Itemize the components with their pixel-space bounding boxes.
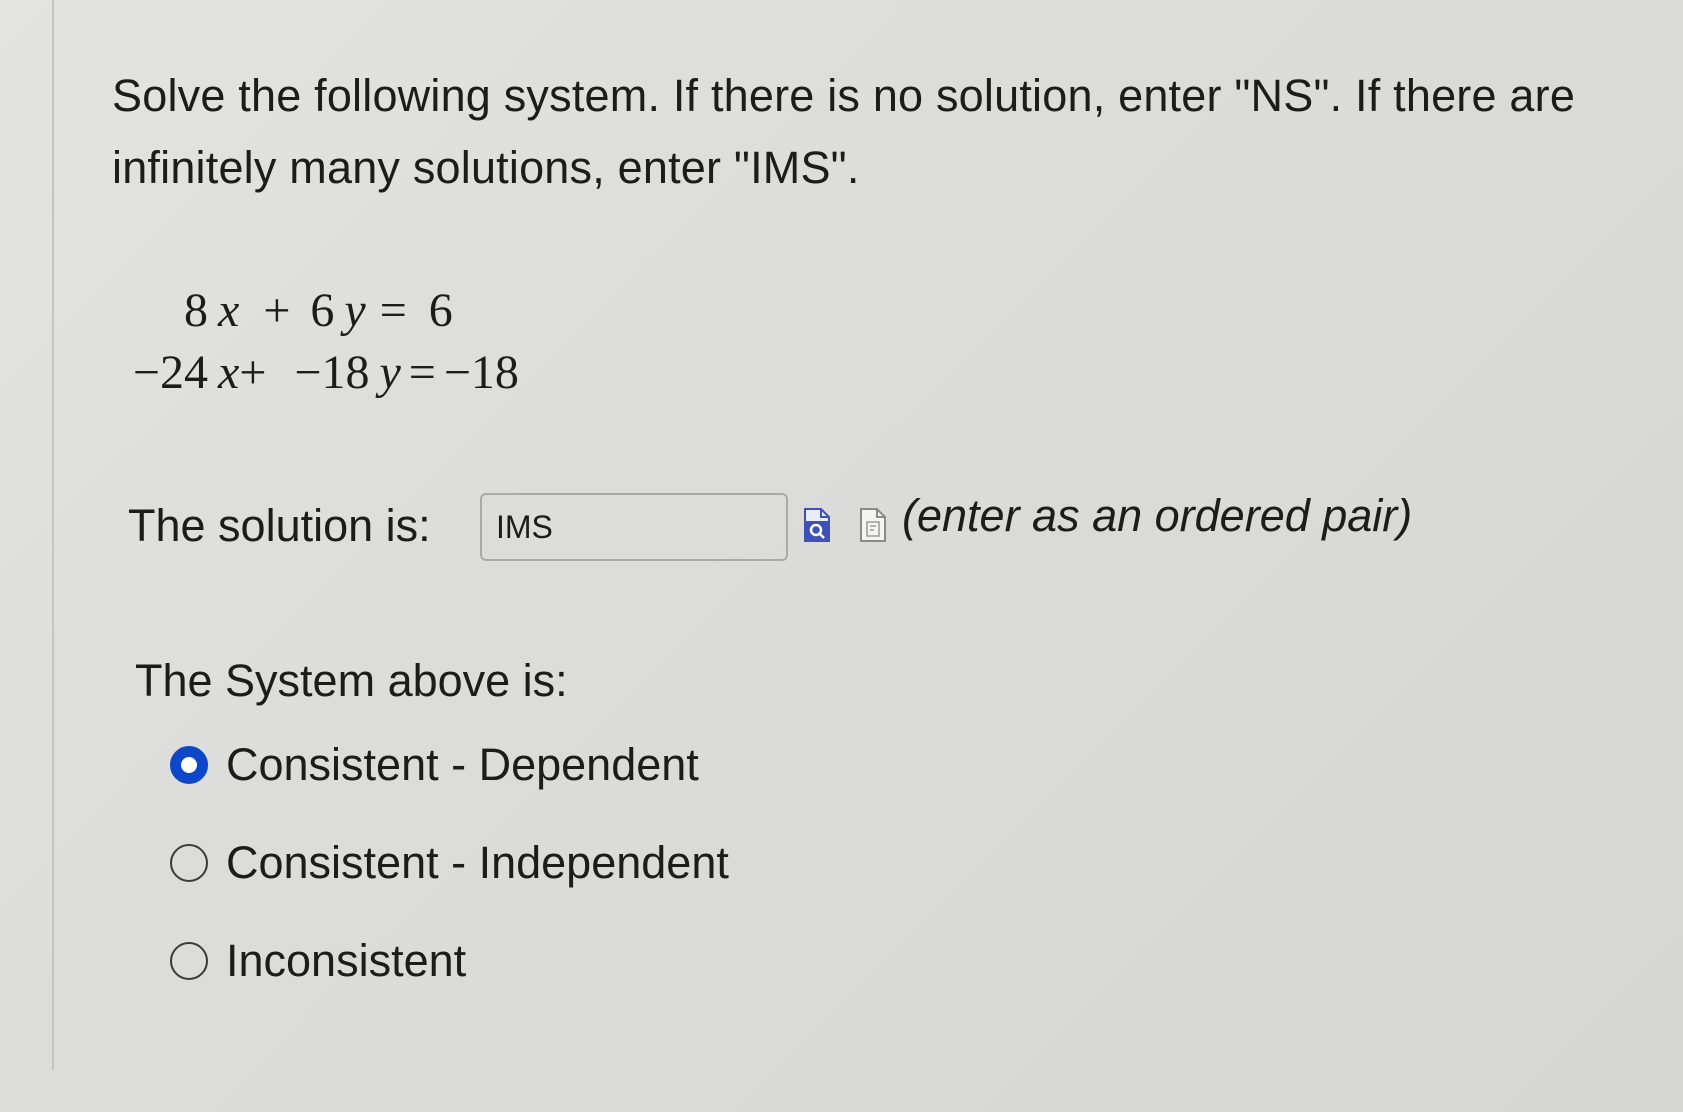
radio-inconsistent[interactable] xyxy=(170,942,208,980)
eq1-coef-y: 6 xyxy=(310,284,335,337)
solution-label: The solution is: xyxy=(128,500,431,551)
eq2-equals: = xyxy=(408,346,436,399)
eq2-plus: + xyxy=(239,346,267,399)
equation-2: −24 x + −18 y = −18 xyxy=(120,342,519,404)
option-inconsistent[interactable]: Inconsistent xyxy=(170,935,729,986)
eq1-equals: = xyxy=(379,284,407,337)
eq1-var-x: x xyxy=(218,284,240,337)
radio-consistent-dependent[interactable] xyxy=(170,746,208,784)
eq2-coef-x: −24 xyxy=(132,346,208,399)
option-consistent-dependent[interactable]: Consistent - Dependent xyxy=(170,739,729,790)
eq2-coef-y: −18 xyxy=(294,346,370,399)
equation-1: 8 x + 6 y = 6 xyxy=(120,280,519,342)
classification-label: The System above is: xyxy=(135,655,568,706)
option-label: Consistent - Independent xyxy=(226,837,729,888)
eq2-constant: −18 xyxy=(443,346,519,399)
classification-options: Consistent - Dependent Consistent - Inde… xyxy=(170,739,729,986)
eq1-plus: + xyxy=(263,284,291,337)
question-text: Solve the following system. If there is … xyxy=(112,70,1576,193)
preview-icon[interactable] xyxy=(803,507,831,543)
equation-system: 8 x + 6 y = 6 −24 x + −18 y = −18 xyxy=(120,280,519,404)
option-label: Consistent - Dependent xyxy=(226,739,699,790)
eq2-var-x: x xyxy=(218,346,240,399)
option-label: Inconsistent xyxy=(226,935,467,986)
eq1-var-y: y xyxy=(344,284,366,337)
option-consistent-independent[interactable]: Consistent - Independent xyxy=(170,837,729,888)
eq1-coef-x: 8 xyxy=(184,284,208,337)
eq1-constant: 6 xyxy=(428,284,453,337)
page-left-border xyxy=(52,0,54,1070)
radio-consistent-independent[interactable] xyxy=(170,844,208,882)
eq2-var-y: y xyxy=(379,346,401,399)
solution-input[interactable] xyxy=(480,493,788,561)
ordered-pair-hint: (enter as an ordered pair) xyxy=(902,490,1413,541)
pdf-icon[interactable] xyxy=(859,507,887,543)
